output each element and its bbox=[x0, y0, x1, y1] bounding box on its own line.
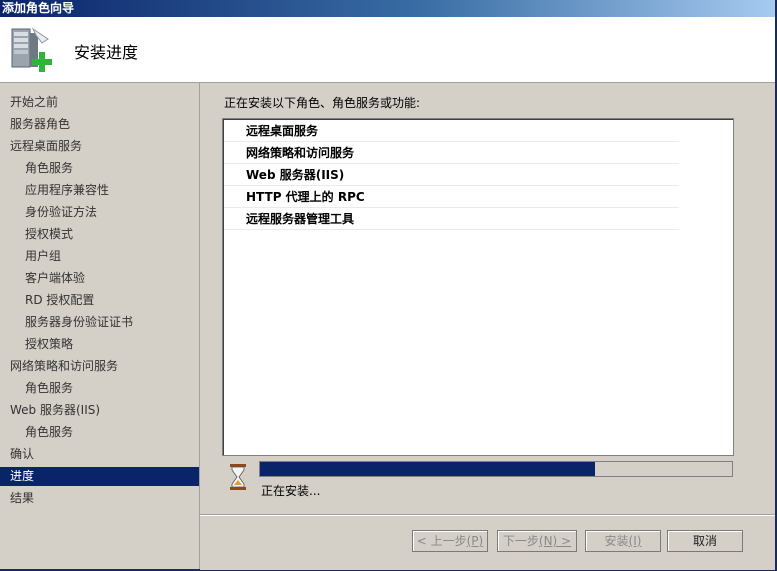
list-item: HTTP 代理上的 RPC bbox=[224, 186, 679, 208]
sidebar-item-remote-desktop-services[interactable]: 远程桌面服务 bbox=[0, 137, 199, 156]
sidebar-item-user-groups[interactable]: 用户组 bbox=[0, 247, 199, 266]
progress-fill bbox=[260, 462, 596, 476]
sidebar-item-authorization-policies[interactable]: 授权策略 bbox=[0, 335, 199, 354]
list-item: 远程桌面服务 bbox=[224, 120, 679, 142]
install-button-accel: (I) bbox=[628, 534, 642, 548]
next-button[interactable]: 下一步(N) > bbox=[497, 530, 577, 552]
wizard-header: 安装进度 bbox=[0, 17, 775, 83]
sidebar-item-progress[interactable]: 进度 bbox=[0, 467, 199, 486]
sidebar-item-network-policy-access[interactable]: 网络策略和访问服务 bbox=[0, 357, 199, 376]
wizard-content: 正在安装以下角色、角色服务或功能: 远程桌面服务 网络策略和访问服务 Web 服… bbox=[200, 83, 775, 515]
previous-button[interactable]: < 上一步(P) bbox=[412, 530, 488, 552]
list-item: Web 服务器(IIS) bbox=[224, 164, 679, 186]
install-items-list[interactable]: 远程桌面服务 网络策略和访问服务 Web 服务器(IIS) HTTP 代理上的 … bbox=[222, 118, 734, 456]
install-status-text: 正在安装... bbox=[261, 484, 321, 498]
previous-button-label: < 上一步 bbox=[416, 534, 467, 548]
list-item: 网络策略和访问服务 bbox=[224, 142, 679, 164]
sidebar-item-confirmation[interactable]: 确认 bbox=[0, 445, 199, 464]
sidebar-item-licensing-mode[interactable]: 授权模式 bbox=[0, 225, 199, 244]
cancel-button[interactable]: 取消 bbox=[667, 530, 743, 552]
intro-text: 正在安装以下角色、角色服务或功能: bbox=[224, 96, 421, 110]
install-button-label: 安装 bbox=[604, 534, 629, 548]
install-progress-bar bbox=[259, 461, 733, 477]
add-roles-wizard-window: 添加角色向导 安装进度 开始之前 服务器角色 远程桌面服务 角色服务 应用程序兼… bbox=[0, 0, 777, 571]
wizard-footer: < 上一步(P) 下一步(N) > 安装(I) 取消 bbox=[200, 515, 775, 570]
list-item: 远程服务器管理工具 bbox=[224, 208, 679, 230]
wizard-steps-sidebar: 开始之前 服务器角色 远程桌面服务 角色服务 应用程序兼容性 身份验证方法 授权… bbox=[0, 83, 200, 569]
sidebar-item-rd-licensing-config[interactable]: RD 授权配置 bbox=[0, 291, 199, 310]
window-title: 添加角色向导 bbox=[0, 0, 775, 17]
next-button-label: 下一步 bbox=[502, 534, 539, 548]
server-add-icon bbox=[6, 25, 58, 77]
page-title: 安装进度 bbox=[74, 43, 139, 62]
sidebar-item-results[interactable]: 结果 bbox=[0, 489, 199, 508]
sidebar-item-npas-role-services[interactable]: 角色服务 bbox=[0, 379, 199, 398]
sidebar-item-before-you-begin[interactable]: 开始之前 bbox=[0, 93, 199, 112]
next-button-accel: (N) > bbox=[538, 534, 572, 548]
previous-button-accel: (P) bbox=[466, 534, 484, 548]
sidebar-item-application-compatibility[interactable]: 应用程序兼容性 bbox=[0, 181, 199, 200]
hourglass-icon bbox=[230, 464, 246, 490]
install-button[interactable]: 安装(I) bbox=[585, 530, 661, 552]
sidebar-item-web-server-iis[interactable]: Web 服务器(IIS) bbox=[0, 401, 199, 420]
sidebar-item-iis-role-services[interactable]: 角色服务 bbox=[0, 423, 199, 442]
sidebar-item-client-experience[interactable]: 客户端体验 bbox=[0, 269, 199, 288]
sidebar-item-authentication-method[interactable]: 身份验证方法 bbox=[0, 203, 199, 222]
sidebar-item-server-roles[interactable]: 服务器角色 bbox=[0, 115, 199, 134]
sidebar-item-rds-role-services[interactable]: 角色服务 bbox=[0, 159, 199, 178]
sidebar-item-server-auth-certificate[interactable]: 服务器身份验证证书 bbox=[0, 313, 199, 332]
